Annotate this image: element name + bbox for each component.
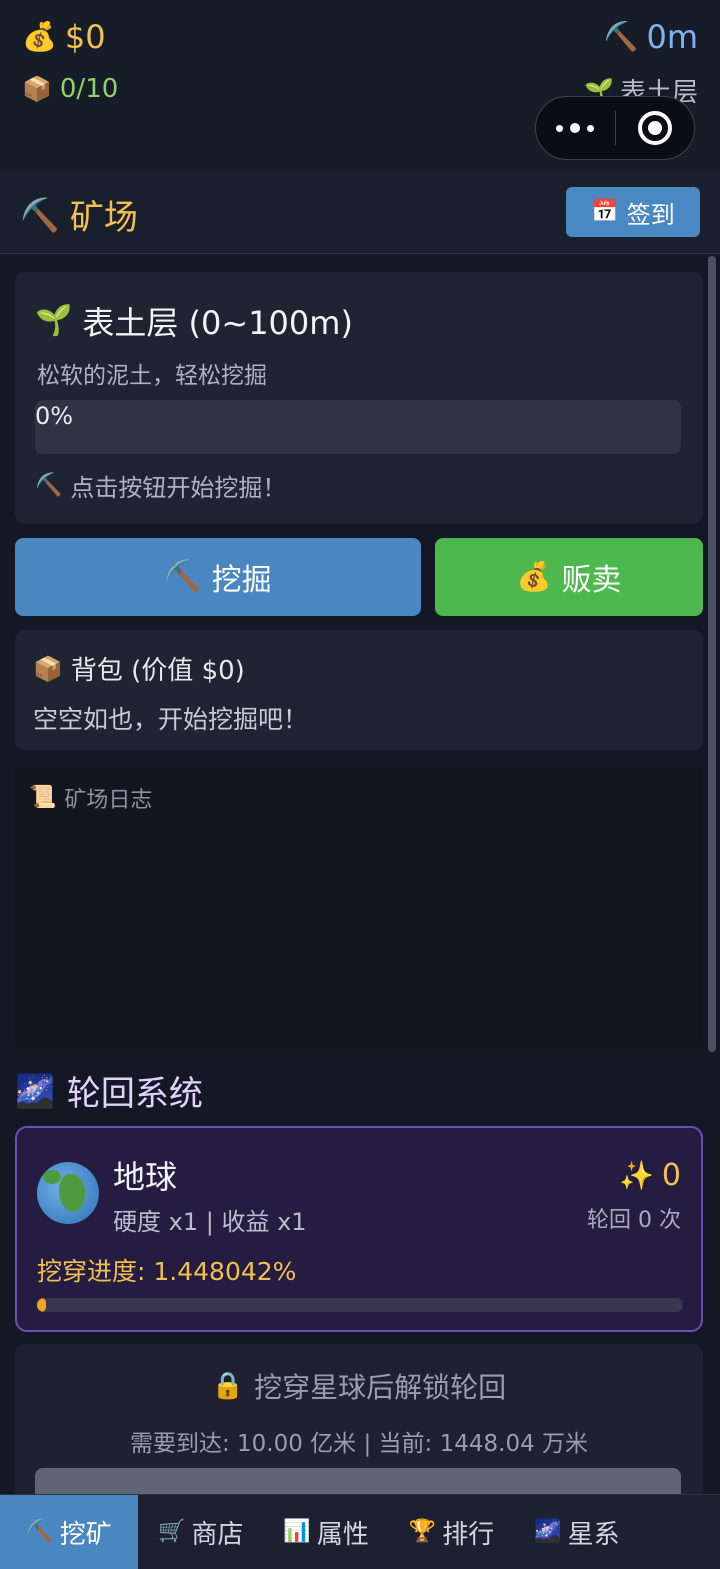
checkin-button[interactable]: 📅 签到 <box>566 187 700 237</box>
pickaxe-icon: ⛏️ <box>164 559 202 594</box>
dig-progress-bar: 0% <box>35 400 681 454</box>
backpack-title-text: 背包 (价值 $0) <box>70 656 245 686</box>
sparkles-icon: ✨ <box>619 1158 654 1192</box>
checkin-label: 签到 <box>626 200 675 229</box>
tab-mine-label: 挖矿 <box>59 1519 112 1550</box>
rebirth-lock-title: 🔒 挖穿星球后解锁轮回 <box>15 1366 703 1406</box>
layer-title: 🌱 表土层 (0~100m) <box>35 298 353 344</box>
rebirth-requirement: 需要到达: 10.00 亿米 | 当前: 1448.04 万米 <box>129 1431 589 1457</box>
money-value: $0 <box>64 18 106 56</box>
mine-log-title-text: 矿场日志 <box>64 788 153 813</box>
planet-name: 地球 <box>113 1158 178 1196</box>
rebirth-count: 轮回 0 次 <box>587 1208 681 1233</box>
pickaxe-icon: ⛏️ <box>35 472 63 498</box>
backpack-card: 📦 背包 (价值 $0) 空空如也，开始挖掘吧！ <box>15 630 703 750</box>
tab-galaxy-label: 星系 <box>567 1519 620 1550</box>
page-title: ⛏️ 矿场 <box>20 190 138 239</box>
sell-button[interactable]: 💰 贩卖 <box>435 538 703 616</box>
page-title-text: 矿场 <box>69 198 138 238</box>
mine-log-title: 📜 矿场日志 <box>29 782 152 814</box>
money-bag-icon: 💰 <box>516 560 552 593</box>
more-button[interactable] <box>536 97 615 159</box>
dig-progress-text: 0% <box>35 402 74 430</box>
tab-mine[interactable]: ⛏️ 挖矿 <box>0 1495 138 1569</box>
status-bar: 💰 $0 📦 0/10 ⛏️ 0m 🌱 表土层 <box>0 0 720 170</box>
bar-chart-icon: 📊 <box>283 1519 311 1544</box>
tab-rank-label: 排行 <box>442 1519 495 1550</box>
tab-rank[interactable]: 🏆 排行 <box>389 1495 514 1569</box>
scrollbar[interactable] <box>708 256 716 1052</box>
sell-label: 贩卖 <box>561 563 622 598</box>
dig-label: 挖掘 <box>211 563 272 598</box>
dig-hint-text: 点击按钮开始挖掘！ <box>70 474 287 502</box>
bag-capacity: 📦 0/10 <box>22 74 118 104</box>
backpack-title: 📦 背包 (价值 $0) <box>33 650 245 687</box>
trophy-icon: 🏆 <box>408 1519 437 1544</box>
penetration-progress-bar <box>37 1298 683 1312</box>
star-count-value: 0 <box>661 1158 681 1193</box>
layer-card: 🌱 表土层 (0~100m) 松软的泥土，轻松挖掘 0% ⛏️ 点击按钮开始挖掘… <box>15 272 703 524</box>
mine-log: 📜 矿场日志 <box>15 766 703 1046</box>
penetration-progress-fill <box>37 1298 47 1312</box>
rebirth-lock-title-text: 挖穿星球后解锁轮回 <box>254 1371 507 1404</box>
scroll-icon: 📜 <box>29 785 57 810</box>
target-icon <box>637 111 672 145</box>
backpack-empty-text: 空空如也，开始挖掘吧！ <box>33 705 309 734</box>
pickaxe-icon: ⛏️ <box>20 195 60 234</box>
calendar-icon: 📅 <box>591 199 619 224</box>
depth-value: 0m <box>646 18 698 56</box>
package-icon: 📦 <box>22 75 52 103</box>
star-count: ✨ 0 <box>619 1158 681 1193</box>
money-display: 💰 $0 <box>22 18 106 56</box>
tab-shop-label: 商店 <box>191 1519 244 1550</box>
planet-card: 地球 硬度 x1 | 收益 x1 ✨ 0 轮回 0 次 挖穿进度: 1.4480… <box>15 1126 703 1332</box>
rebirth-title: 🌌 轮回系统 <box>15 1066 203 1115</box>
planet-multipliers: 硬度 x1 | 收益 x1 <box>113 1208 307 1236</box>
tab-shop[interactable]: 🛒 商店 <box>138 1495 263 1569</box>
earth-globe-icon <box>37 1162 99 1224</box>
penetration-progress-label: 挖穿进度: 1.448042% <box>37 1257 297 1286</box>
rebirth-title-text: 轮回系统 <box>66 1074 203 1114</box>
tab-stats-label: 属性 <box>316 1519 369 1550</box>
layer-title-text: 表土层 (0~100m) <box>82 304 353 342</box>
page-header: ⛏️ 矿场 📅 签到 <box>0 170 720 254</box>
more-dots-icon <box>556 123 595 133</box>
pickaxe-icon: ⛏️ <box>26 1519 54 1544</box>
pickaxe-icon: ⛏️ <box>603 20 639 53</box>
dig-hint: ⛏️ 点击按钮开始挖掘！ <box>35 468 286 503</box>
depth-display: ⛏️ 0m <box>604 18 698 56</box>
dig-button[interactable]: ⛏️ 挖掘 <box>15 538 421 616</box>
money-bag-icon: 💰 <box>22 20 57 53</box>
miniprogram-capsule <box>535 96 695 160</box>
tab-stats[interactable]: 📊 属性 <box>263 1495 388 1569</box>
cart-icon: 🛒 <box>158 1519 186 1544</box>
galaxy-icon: 🌌 <box>534 1519 562 1544</box>
tab-galaxy[interactable]: 🌌 星系 <box>514 1495 639 1569</box>
close-miniprogram-button[interactable] <box>616 97 695 159</box>
seedling-icon: 🌱 <box>35 303 73 338</box>
bag-count: 0/10 <box>59 74 119 104</box>
layer-description: 松软的泥土，轻松挖掘 <box>37 363 267 389</box>
galaxy-icon: 🌌 <box>15 1071 55 1110</box>
lock-icon: 🔒 <box>211 1371 245 1401</box>
package-icon: 📦 <box>33 654 63 683</box>
bottom-tab-bar: ⛏️ 挖矿 🛒 商店 📊 属性 🏆 排行 🌌 星系 <box>0 1494 720 1569</box>
